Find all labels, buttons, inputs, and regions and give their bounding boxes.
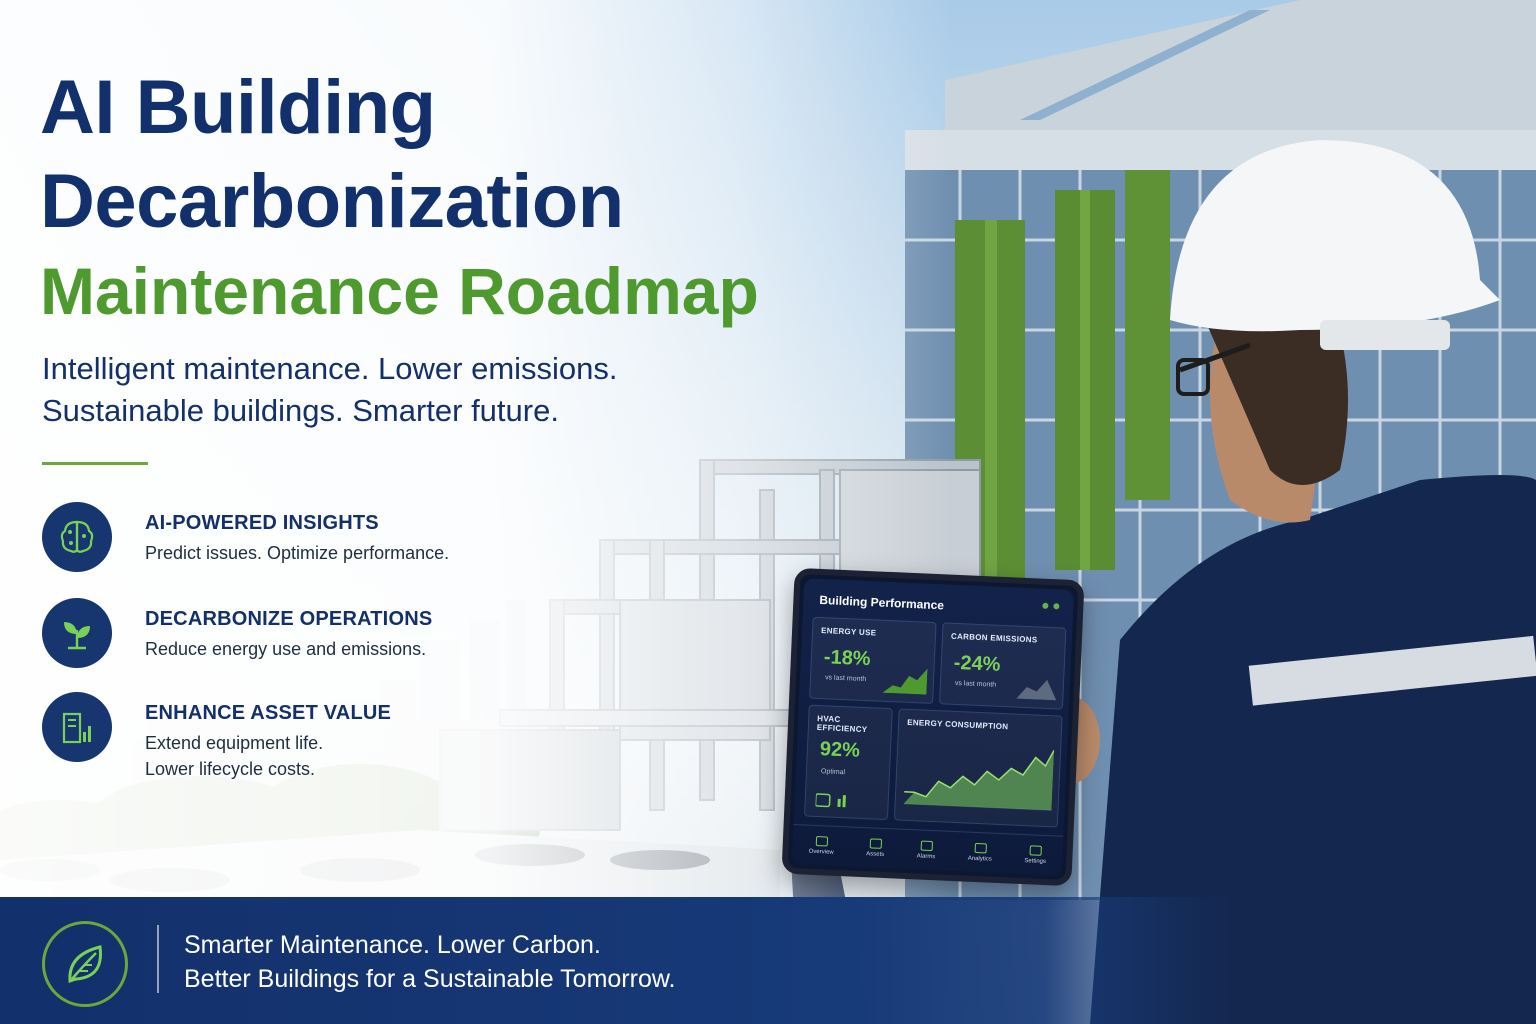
leaf-plant-icon xyxy=(42,598,112,668)
card-label: HVAC EFFICIENCY xyxy=(816,713,868,735)
dashboard-tab-bar: Overview Assets Alarms Analytics Setting… xyxy=(791,824,1064,876)
feature-desc-line-1: Extend equipment life. xyxy=(145,733,324,753)
feature-decarbonize: DECARBONIZE OPERATIONS Reduce energy use… xyxy=(42,598,582,688)
status-icons xyxy=(1042,602,1060,610)
home-icon xyxy=(815,835,828,847)
carbon-card[interactable]: CARBON EMISSIONS -24% vs last month xyxy=(938,622,1067,710)
feature-desc-line-1: Predict issues. Optimize performance. xyxy=(145,543,450,563)
chart-icon xyxy=(974,842,987,854)
feature-description: Predict issues. Optimize performance. xyxy=(145,540,449,566)
card-value: 92% xyxy=(819,738,861,762)
building-icon xyxy=(869,838,882,849)
hvac-mini-icons xyxy=(815,793,846,808)
dashboard-title: Building Performance xyxy=(819,592,945,613)
feature-description: Reduce energy use and emissions. xyxy=(145,636,426,662)
tab-label: Settings xyxy=(1024,858,1047,866)
hvac-card[interactable]: HVAC EFFICIENCY 92% Optimal xyxy=(803,704,893,821)
green-divider xyxy=(42,462,148,465)
alarm-icon xyxy=(920,840,933,852)
poster: AI Building Decarbonization Maintenance … xyxy=(0,0,1536,1024)
card-label: ENERGY USE xyxy=(820,626,877,638)
card-label: ENERGY CONSUMPTION xyxy=(906,717,1009,732)
building-chart-icon xyxy=(42,692,112,762)
headline-line-3: Maintenance Roadmap xyxy=(40,254,759,328)
consumption-card[interactable]: ENERGY CONSUMPTION xyxy=(893,708,1063,828)
brain-circuit-icon xyxy=(42,502,112,572)
subtitle: Intelligent maintenance. Lower emissions… xyxy=(42,348,618,432)
tab-analytics[interactable]: Analytics xyxy=(967,842,993,863)
feature-ai-insights: AI-POWERED INSIGHTS Predict issues. Opti… xyxy=(42,502,582,592)
tab-label: Alarms xyxy=(916,853,936,861)
tab-label: Assets xyxy=(866,851,885,858)
feature-title: AI-POWERED INSIGHTS xyxy=(145,512,379,534)
footer-banner: Smarter Maintenance. Lower Carbon. Bette… xyxy=(0,897,1536,1024)
tab-settings[interactable]: Settings xyxy=(1024,845,1046,865)
feature-desc-line-2: Lower lifecycle costs. xyxy=(145,759,316,779)
card-subtext: Optimal xyxy=(820,768,846,777)
tab-label: Overview xyxy=(808,848,834,856)
energy-use-card[interactable]: ENERGY USE -18% vs last month xyxy=(809,616,937,704)
card-subtext: vs last month xyxy=(954,679,997,689)
feature-title: ENHANCE ASSET VALUE xyxy=(145,702,392,724)
subtitle-line-2: Sustainable buildings. Smarter future. xyxy=(42,393,559,428)
leaf-badge-icon xyxy=(42,921,128,1007)
tab-label: Analytics xyxy=(967,855,992,863)
headline-line-2: Decarbonization xyxy=(40,159,624,244)
tab-overview[interactable]: Overview xyxy=(808,835,835,856)
footer-separator xyxy=(157,925,159,993)
feature-asset-value: ENHANCE ASSET VALUE Extend equipment lif… xyxy=(42,692,582,782)
footer-line-2: Better Buildings for a Sustainable Tomor… xyxy=(184,965,676,993)
subtitle-line-1: Intelligent maintenance. Lower emissions… xyxy=(42,351,618,386)
card-value: -24% xyxy=(953,651,1001,676)
card-label: CARBON EMISSIONS xyxy=(950,631,1038,645)
tablet-screen: Building Performance ENERGY USE -18% vs … xyxy=(791,578,1075,876)
energy-sparkline xyxy=(882,668,928,695)
card-subtext: vs last month xyxy=(824,674,867,684)
feature-description: Extend equipment life. Lower lifecycle c… xyxy=(145,730,323,782)
feature-desc-line-1: Reduce energy use and emissions. xyxy=(145,639,427,659)
card-value: -18% xyxy=(823,646,872,671)
tablet-device: Building Performance ENERGY USE -18% vs … xyxy=(781,567,1085,887)
gear-icon xyxy=(1029,845,1042,856)
carbon-sparkline xyxy=(1016,679,1057,701)
consumption-area-chart xyxy=(903,749,1055,811)
tab-alarms[interactable]: Alarms xyxy=(917,840,936,860)
footer-line-1: Smarter Maintenance. Lower Carbon. xyxy=(184,931,601,959)
headline-line-1: AI Building xyxy=(40,65,436,150)
tab-assets[interactable]: Assets xyxy=(866,838,885,858)
feature-title: DECARBONIZE OPERATIONS xyxy=(145,608,433,630)
